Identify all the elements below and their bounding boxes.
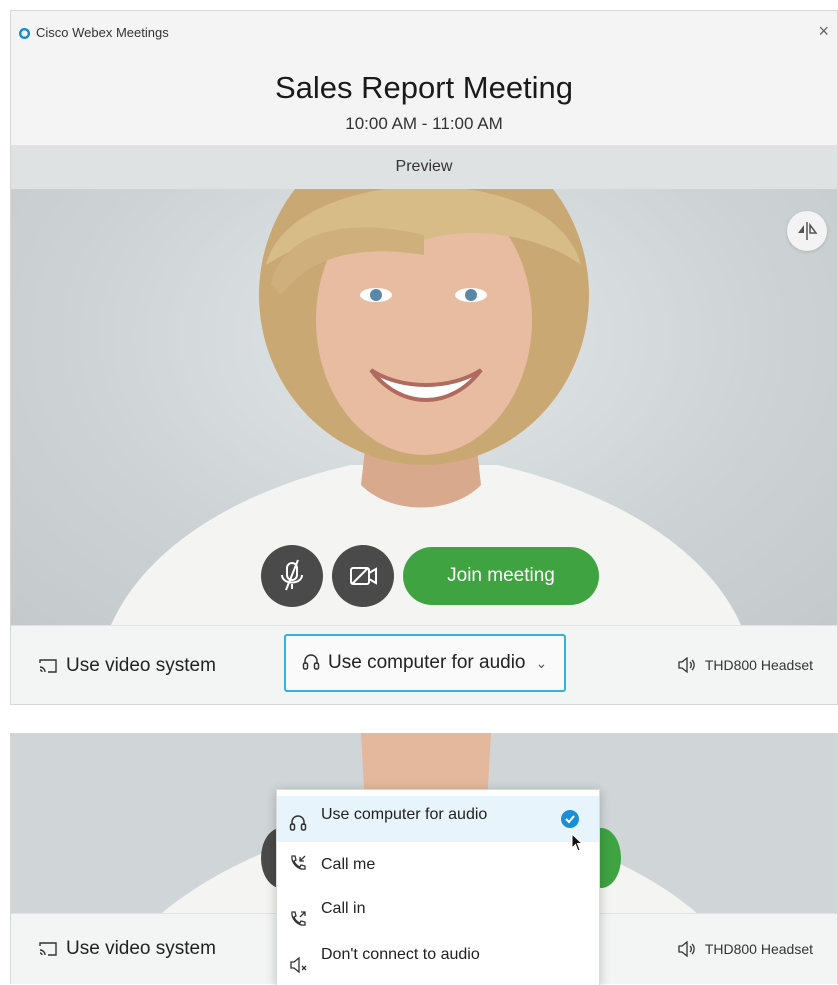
headset-icon — [302, 654, 320, 670]
dropdown-item-label: Call in — [321, 900, 366, 917]
dropdown-item-label: Call me — [321, 856, 376, 873]
title-bar: Cisco Webex Meetings × — [11, 11, 837, 55]
use-video-system-label: Use video system — [66, 655, 216, 676]
join-meeting-button[interactable]: Join meeting — [403, 547, 599, 605]
phone-outgoing-icon — [291, 911, 306, 926]
headset-label: THD800 Headset — [704, 657, 813, 673]
mouse-pointer-icon — [571, 833, 584, 852]
speaker-device-button[interactable]: THD800 Headset — [677, 657, 813, 673]
speaker-icon — [678, 941, 695, 957]
preview-label: Preview — [395, 158, 453, 175]
dropdown-item-call-in[interactable]: Call in — [277, 888, 599, 934]
use-video-system-button[interactable]: Use video system — [38, 655, 216, 677]
use-video-system-button-2[interactable]: Use video system — [38, 938, 216, 960]
dropdown-item-label: Use computer for audio — [321, 806, 488, 823]
dropdown-item-label: Don't connect to audio — [321, 946, 480, 963]
audio-select-label: Use computer for audio — [328, 652, 526, 673]
speaker-icon — [678, 657, 695, 673]
bottom-bar: Use video system Use computer for audio … — [11, 625, 837, 704]
app-title: Cisco Webex Meetings — [36, 25, 169, 40]
chevron-down-icon: ⌄ — [535, 654, 548, 671]
speaker-mute-icon — [290, 956, 307, 974]
dropdown-item-use-computer-audio[interactable]: Use computer for audio — [277, 796, 599, 842]
speaker-device-button-2[interactable]: THD800 Headset — [677, 941, 813, 957]
flip-icon — [798, 222, 818, 240]
meeting-header: Sales Report Meeting 10:00 AM - 11:00 AM — [11, 55, 837, 145]
headset-label-2: THD800 Headset — [704, 941, 813, 957]
cast-icon — [39, 659, 57, 673]
cast-icon — [39, 942, 57, 956]
close-button[interactable]: × — [818, 21, 829, 42]
dropdown-item-call-me[interactable]: Call me — [277, 842, 599, 888]
webex-logo-icon — [19, 28, 30, 39]
video-toggle-button[interactable] — [332, 545, 394, 607]
audio-connection-select[interactable]: Use computer for audio ⌄ — [284, 634, 566, 692]
audio-options-dropdown: Use computer for audio Call me Call in D… — [276, 789, 600, 985]
checkmark-icon — [561, 810, 579, 828]
mute-button[interactable] — [261, 545, 323, 607]
flip-view-button[interactable] — [787, 211, 827, 251]
headset-icon — [289, 815, 307, 831]
phone-incoming-icon — [291, 855, 306, 870]
mic-off-icon — [281, 559, 303, 591]
video-off-icon — [350, 567, 377, 585]
meeting-title: Sales Report Meeting — [274, 70, 574, 105]
use-video-system-label-2: Use video system — [66, 938, 216, 959]
preview-strip: Preview — [11, 145, 837, 189]
meeting-time: 10:00 AM - 11:00 AM — [345, 114, 503, 133]
webex-preview-window: Cisco Webex Meetings × Sales Report Meet… — [10, 10, 838, 705]
dropdown-item-dont-connect[interactable]: Don't connect to audio — [277, 934, 599, 980]
